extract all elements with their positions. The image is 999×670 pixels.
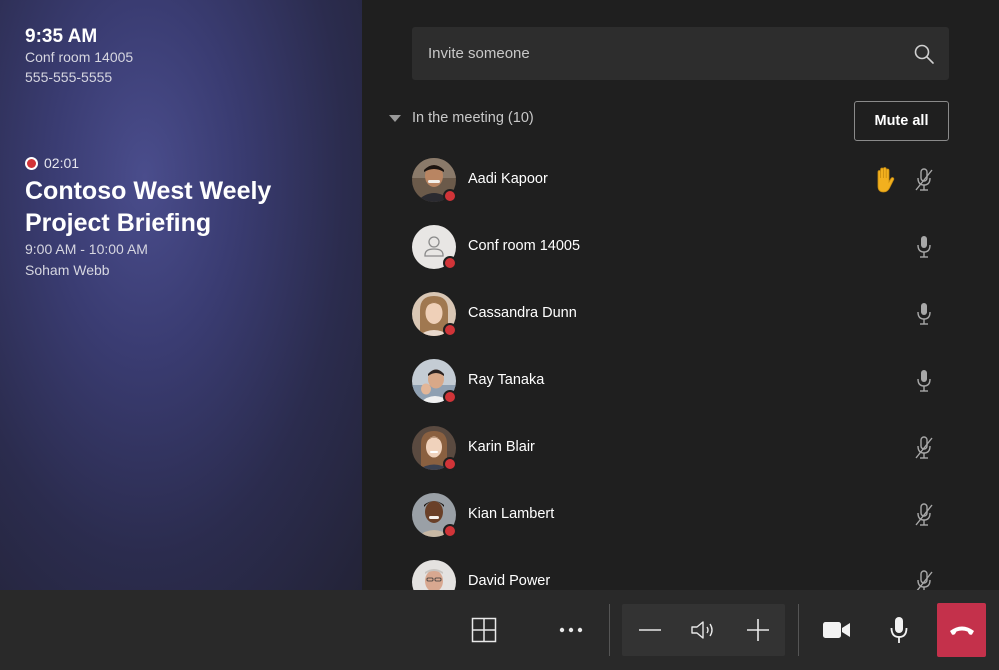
participant-row[interactable]: Aadi Kapoor [412,158,949,225]
mic-muted-icon[interactable] [914,502,934,528]
participant-name: Cassandra Dunn [468,305,577,321]
recording-time: 02:01 [44,155,80,171]
participant-name: Karin Blair [468,439,535,455]
layout-button[interactable] [463,590,505,670]
invite-placeholder: Invite someone [428,45,530,62]
participant-row[interactable]: Conf room 14005 [412,225,949,292]
hang-up-icon[interactable] [949,624,975,636]
volume-down-icon[interactable] [639,628,661,632]
meeting-info-panel: 9:35 AM Conf room 14005 555-555-5555 02:… [0,0,362,590]
avatar [412,426,457,471]
volume-up-button[interactable] [730,604,785,656]
room-phone: 555-555-5555 [25,69,113,85]
participant-name: Aadi Kapoor [468,171,548,187]
avatar [412,359,457,404]
participant-row[interactable]: Ray Tanaka [412,359,949,426]
clock-time: 9:35 AM [25,26,98,47]
in-meeting-section-toggle[interactable]: In the meeting (10) [389,110,534,126]
participant-photo [412,560,456,590]
room-name: Conf room 14005 [25,49,134,65]
participant-row[interactable]: Cassandra Dunn [412,292,949,359]
mic-on-icon[interactable] [914,234,934,260]
hang-up-button[interactable] [937,603,986,657]
volume-controls [622,604,785,656]
participant-row[interactable]: Karin Blair [412,426,949,493]
speaker-button[interactable] [678,604,730,656]
avatar [412,225,457,270]
toolbar-divider [798,604,799,656]
recording-indicator: 02:01 [25,155,79,171]
mic-muted-icon[interactable] [914,569,934,590]
more-options-button[interactable] [550,590,592,670]
mic-muted-icon[interactable] [914,435,934,461]
status-badge [443,457,457,471]
participant-name: Ray Tanaka [468,372,545,388]
microphone-icon[interactable] [889,616,909,644]
status-badge [443,189,457,203]
mic-on-icon[interactable] [914,301,934,327]
meeting-title: Contoso West Weely Project Briefing [25,177,272,237]
speaker-icon[interactable] [690,619,718,641]
raised-hand-icon [877,167,895,193]
meeting-time-range: 9:00 AM - 10:00 AM [25,241,148,257]
invite-search-field[interactable]: Invite someone [412,27,949,80]
avatar [412,292,457,337]
participant-name: Kian Lambert [468,506,555,522]
mute-all-button[interactable]: Mute all [854,101,949,141]
status-badge [443,390,457,404]
collapse-caret-icon[interactable] [389,114,401,122]
mic-on-icon[interactable] [914,368,934,394]
status-badge [443,524,457,538]
meeting-controls-bar [0,590,999,670]
avatar [412,493,457,538]
participant-row[interactable]: David Power [412,560,949,590]
microphone-button[interactable] [877,590,921,670]
camera-icon[interactable] [823,621,851,639]
camera-button[interactable] [815,590,859,670]
status-badge [443,323,457,337]
gallery-layout-icon[interactable] [471,617,497,643]
record-icon [25,156,38,170]
avatar [412,158,457,203]
mic-muted-icon[interactable] [914,167,934,193]
search-icon[interactable] [913,43,935,65]
in-meeting-count: In the meeting (10) [412,110,534,126]
participant-name: Conf room 14005 [468,238,581,254]
avatar [412,560,456,590]
participant-row[interactable]: Kian Lambert [412,493,949,560]
toolbar-divider [609,604,610,656]
volume-down-button[interactable] [622,604,678,656]
participant-name: David Power [468,573,551,589]
status-badge [443,256,457,270]
meeting-organizer: Soham Webb [25,262,110,278]
participants-panel: Invite someone In the meeting (10) Mute … [362,0,999,590]
more-options-icon[interactable] [559,627,583,633]
volume-up-icon[interactable] [746,619,769,641]
